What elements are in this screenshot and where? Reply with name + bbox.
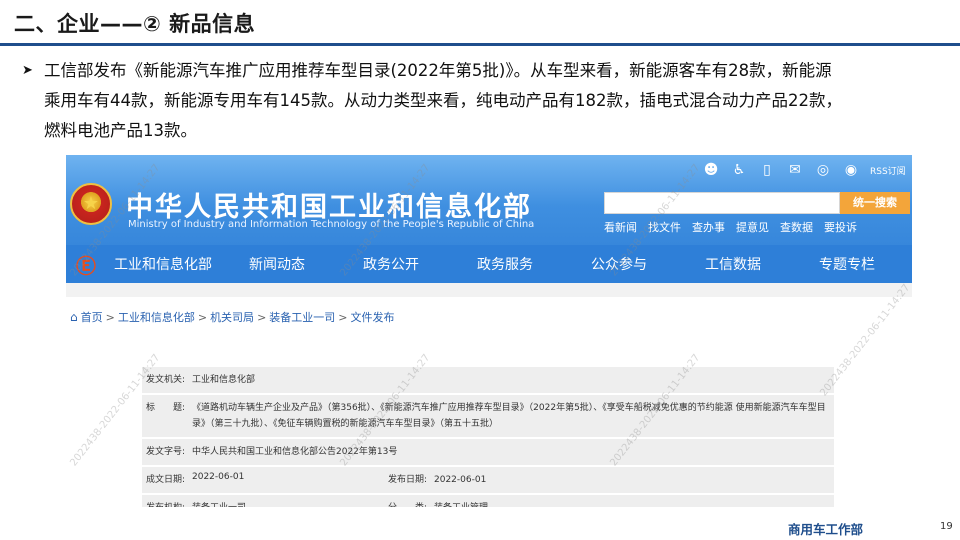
accessibility-icon[interactable]: ♿ <box>730 161 748 179</box>
org-value: 装备工业一司 <box>188 495 384 507</box>
doc-no-label: 发文字号: <box>146 447 186 457</box>
bullet-arrow-icon: ➤ <box>22 63 33 78</box>
quick-link-files[interactable]: 找文件 <box>648 219 681 235</box>
table-row: 发布机构: 装备工业一司 分 类: 装备工业管理 <box>142 495 834 507</box>
miit-logo-icon: Ⓔ <box>76 253 96 278</box>
mascot-icon[interactable]: ☻ <box>702 161 720 179</box>
home-icon[interactable]: ⌂ <box>70 310 78 324</box>
breadcrumb-departments[interactable]: 机关司局 <box>210 309 254 325</box>
breadcrumb-separator: > <box>257 310 267 324</box>
wechat-icon[interactable]: ◎ <box>814 161 832 179</box>
quick-link-services[interactable]: 查办事 <box>692 219 725 235</box>
category-value: 装备工业管理 <box>430 495 834 507</box>
site-name-en: Ministry of Industry and Information Tec… <box>128 219 535 230</box>
website-screenshot: ★ 中华人民共和国工业和信息化部 Ministry of Industry an… <box>66 155 912 507</box>
main-nav: Ⓔ 工业和信息化部 新闻动态 政务公开 政务服务 公众参与 工信数据 专题专栏 <box>66 245 912 283</box>
nav-item-data[interactable]: 工信数据 <box>676 254 790 274</box>
national-emblem-icon: ★ <box>70 183 112 225</box>
breadcrumb-file-release[interactable]: 文件发布 <box>351 309 395 325</box>
breadcrumb-equipment-dept[interactable]: 装备工业一司 <box>269 309 335 325</box>
document-info-table: 发文机关: 工业和信息化部 标 题: 《道路机动车辆生产企业及产品》（第356批… <box>142 367 834 507</box>
table-row: 发文字号: 中华人民共和国工业和信息化部公告2022年第13号 <box>142 439 834 467</box>
published-date-label: 发布日期: <box>388 475 428 485</box>
nav-item-topics[interactable]: 专题专栏 <box>790 254 904 274</box>
breadcrumb-separator: > <box>197 310 208 324</box>
title-underline <box>0 43 960 46</box>
breadcrumb-home[interactable]: 首页 <box>81 309 103 325</box>
bullet-line-3: 燃料电池产品13款。 <box>44 121 197 140</box>
slide: 二、企业——② 新品信息 ➤ 工信部发布《新能源汽车推广应用推荐车型目录(202… <box>0 0 960 540</box>
published-date-value: 2022-06-01 <box>434 475 487 485</box>
quick-links: 看新闻 找文件 查办事 提意见 查数据 要投诉 <box>604 219 857 235</box>
quick-link-data[interactable]: 查数据 <box>780 219 813 235</box>
site-header: ★ 中华人民共和国工业和信息化部 Ministry of Industry an… <box>66 155 912 283</box>
bullet-line-2: 乘用车有44款，新能源专用车有145款。从动力类型来看，纯电动产品有182款，插… <box>44 91 842 110</box>
breadcrumb-ministry[interactable]: 工业和信息化部 <box>118 309 195 325</box>
breadcrumb: ⌂ 首页 > 工业和信息化部 > 机关司局 > 装备工业一司 > 文件发布 <box>70 309 395 325</box>
nav-item-ministry[interactable]: 工业和信息化部 <box>106 254 220 274</box>
site-search-button[interactable]: 统一搜索 <box>840 192 910 214</box>
nav-item-participation[interactable]: 公众参与 <box>562 254 676 274</box>
issuer-label: 发文机关: <box>146 375 186 385</box>
org-label: 发布机构: <box>142 495 188 507</box>
quick-link-feedback[interactable]: 提意见 <box>736 219 769 235</box>
issuer-value: 工业和信息化部 <box>192 375 256 385</box>
table-row: 发文机关: 工业和信息化部 <box>142 367 834 395</box>
nav-item-services[interactable]: 政务服务 <box>448 254 562 274</box>
nav-item-disclosure[interactable]: 政务公开 <box>334 254 448 274</box>
breadcrumb-separator: > <box>105 310 115 324</box>
quick-link-news[interactable]: 看新闻 <box>604 219 637 235</box>
site-search-input[interactable] <box>604 192 840 214</box>
category-label: 分 类: <box>384 495 430 507</box>
weibo-icon[interactable]: ◉ <box>842 161 860 179</box>
doc-no-value: 中华人民共和国工业和信息化部公告2022年第13号 <box>192 447 398 457</box>
nav-item-news[interactable]: 新闻动态 <box>220 254 334 274</box>
bullet-paragraph: ➤ 工信部发布《新能源汽车推广应用推荐车型目录(2022年第5批)》。从车型来看… <box>22 56 934 146</box>
footer-brand: 商用车工作部 <box>788 522 864 537</box>
breadcrumb-separator: > <box>338 310 348 324</box>
title-label: 标 题: <box>146 403 186 413</box>
mail-icon[interactable]: ✉ <box>786 161 804 179</box>
page-number: 19 <box>940 521 953 532</box>
created-date-value: 2022-06-01 <box>192 472 245 482</box>
created-date-label: 成文日期: <box>146 475 186 485</box>
title-value: 《道路机动车辆生产企业及产品》（第356批）、《新能源汽车推广应用推荐车型目录》… <box>192 403 826 429</box>
mobile-icon[interactable]: ▯ <box>758 161 776 179</box>
table-row: 标 题: 《道路机动车辆生产企业及产品》（第356批）、《新能源汽车推广应用推荐… <box>142 395 834 439</box>
table-row: 成文日期: 2022-06-01 发布日期: 2022-06-01 <box>142 467 834 495</box>
slide-title: 二、企业——② 新品信息 <box>14 12 256 36</box>
page-content: ⌂ 首页 > 工业和信息化部 > 机关司局 > 装备工业一司 > 文件发布 发文… <box>66 297 912 507</box>
quick-link-complaint[interactable]: 要投诉 <box>824 219 857 235</box>
bullet-line-1: 工信部发布《新能源汽车推广应用推荐车型目录(2022年第5批)》。从车型来看，新… <box>44 61 832 80</box>
rss-link[interactable]: RSS订阅 <box>870 164 906 177</box>
top-utility-icons: ☻ ♿ ▯ ✉ ◎ ◉ RSS订阅 <box>702 159 912 181</box>
